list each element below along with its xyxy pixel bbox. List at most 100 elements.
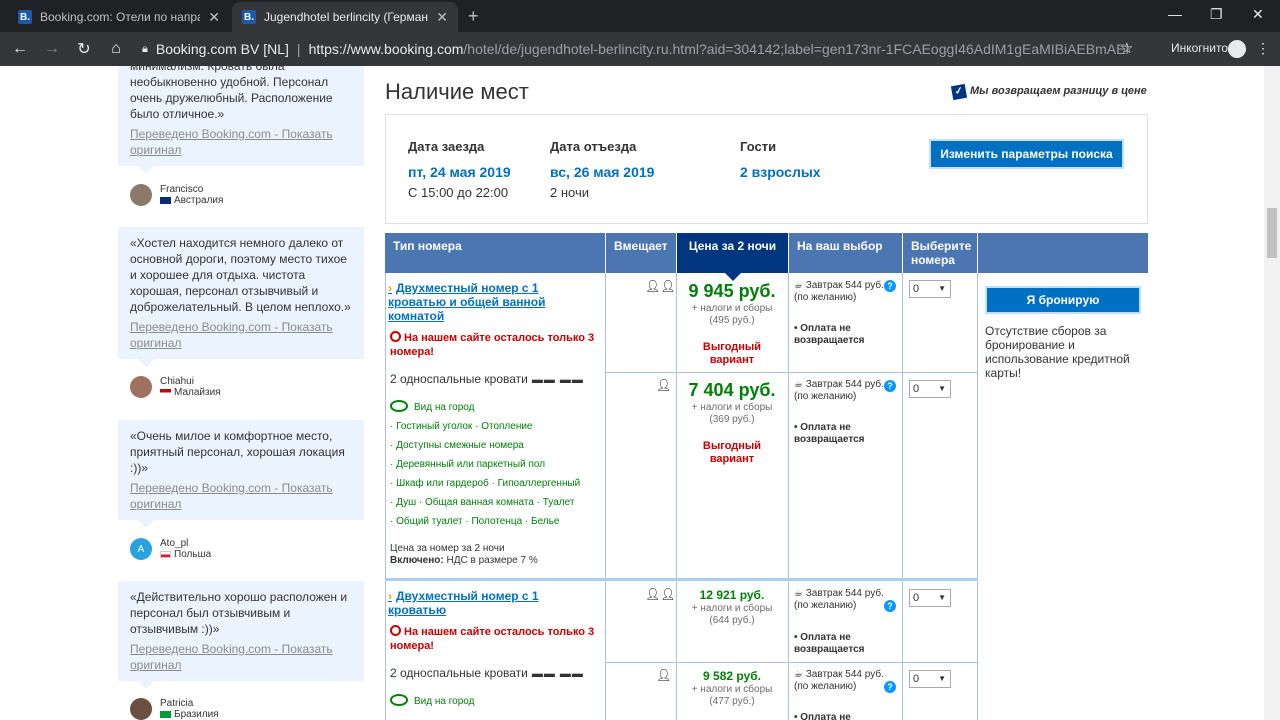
cancel-policy: • Оплата не <box>794 712 886 720</box>
room-quantity-select[interactable]: 0 ▼ <box>909 589 951 607</box>
info-icon[interactable]: ? <box>884 600 896 612</box>
checkin-date[interactable]: пт, 24 мая 2019 <box>408 164 511 180</box>
no-fees-note: Отсутствие сборов за бронирование и испо… <box>985 324 1130 380</box>
room-name: Двухместный номер с 1 кроватью <box>388 589 539 617</box>
review-text: «Действительно хорошо расположен и персо… <box>130 590 348 636</box>
divider <box>788 273 789 720</box>
address-bar[interactable]: 🔒︎ Booking.com BV [NL] | https://www.boo… <box>130 36 1150 62</box>
info-icon[interactable]: ? <box>884 280 896 292</box>
breakfast-text: Завтрак 544 руб. (по желанию) <box>794 669 884 692</box>
booking-favicon-icon: B. <box>18 10 32 24</box>
show-original-link[interactable]: Переведено Booking.com - Показать оригин… <box>130 480 352 512</box>
reviewer: Patricia Бразилия <box>130 698 219 720</box>
divider <box>902 273 903 720</box>
show-original-link[interactable]: Переведено Booking.com - Показать оригин… <box>130 641 352 673</box>
url-text[interactable]: https://www.booking.com/hotel/de/jugendh… <box>309 41 1129 57</box>
review-card: «Очень милое и комфортное место, приятны… <box>118 420 364 528</box>
avatar <box>130 184 152 206</box>
tab-jugendhotel[interactable]: B. Jugendhotel berlincity (Германия ✕ <box>232 2 458 32</box>
coffee-icon: ☕︎ <box>794 379 806 390</box>
cancel-text: Оплата не возвращается <box>794 422 865 445</box>
bed-text: 2 односпальные кровати <box>390 666 528 680</box>
lock-icon: 🔒︎ <box>142 42 148 55</box>
page-scrollbar[interactable] <box>1264 66 1280 720</box>
breakfast-text: Завтрак 544 руб. (по желанию) <box>794 588 884 611</box>
divider <box>605 372 978 373</box>
eye-icon <box>390 400 408 412</box>
close-tab-icon[interactable]: ✕ <box>208 9 220 26</box>
header-room-type: Тип номера <box>385 233 606 273</box>
maximize-icon[interactable]: ❐ <box>1210 6 1223 23</box>
home-icon[interactable]: ⌂ <box>100 40 132 58</box>
checkin-time: С 15:00 до 22:00 <box>408 185 509 200</box>
header-select-rooms: Выберите номера <box>903 233 978 273</box>
included-label: Включено: <box>390 555 444 566</box>
menu-kebab-icon[interactable]: ⋮ <box>1256 40 1270 57</box>
room-name-link[interactable]: › Двухместный номер с 1 кроватью <box>388 589 588 617</box>
checkout-label: Дата отъезда <box>550 139 637 154</box>
chevron-right-icon: › <box>388 589 392 603</box>
guests-value[interactable]: 2 взрослых <box>740 164 821 180</box>
checkout-date[interactable]: вс, 26 мая 2019 <box>550 164 654 180</box>
browser-toolbar: ← → ↻ ⌂ 🔒︎ Booking.com BV [NL] | https:/… <box>0 32 1280 66</box>
clock-icon <box>390 331 401 342</box>
taxes-value: (477 руб.) <box>709 696 755 707</box>
reviewer-name: Francisco <box>160 184 204 195</box>
included-value: НДС в размере 7 % <box>446 555 538 566</box>
minimize-icon[interactable]: — <box>1168 6 1182 22</box>
avatar <box>130 376 152 398</box>
info-icon[interactable]: ? <box>884 681 896 693</box>
avatar: A <box>130 538 152 560</box>
close-window-icon[interactable]: ✕ <box>1252 6 1264 23</box>
forward-icon[interactable]: → <box>36 40 68 58</box>
price-match-badge[interactable]: ✓ Мы возвращаем разницу в цене <box>950 83 1147 101</box>
url-path: /hotel/de/jugendhotel-berlincity.ru.html… <box>463 41 1129 57</box>
reviewer-country: Бразилия <box>174 709 219 720</box>
show-original-link[interactable]: Переведено Booking.com - Показать оригин… <box>130 126 352 158</box>
taxes-label: + налоги и сборы <box>691 684 773 695</box>
room-name-link[interactable]: › Двухместный номер с 1 кроватью и общей … <box>388 281 588 323</box>
room-quantity-select[interactable]: 0 ▼ <box>909 670 951 688</box>
divider: | <box>296 41 301 57</box>
reviewer-name: Ato_pl <box>160 538 189 549</box>
reviewer: Chiahui Малайзия <box>130 376 221 398</box>
book-button[interactable]: Я бронирую <box>985 286 1141 314</box>
tab-title: Booking.com: Отели по направле <box>40 10 200 24</box>
guests-label: Гости <box>740 139 777 154</box>
price-note: Цена за номер за 2 ночи <box>390 543 505 554</box>
flag-brazil-icon <box>160 710 171 718</box>
bed-icon: ▬▬ ▬▬ <box>531 374 584 386</box>
bookmark-star-icon[interactable]: ☆ <box>1120 39 1133 57</box>
room-quantity-select[interactable]: 0 ▼ <box>909 380 951 398</box>
page-content: минимализм. Кровать была необыкновенно у… <box>0 66 1280 720</box>
new-tab-icon[interactable]: + <box>468 6 479 27</box>
room-quantity-select[interactable]: 0 ▼ <box>909 280 951 298</box>
review-card: «Хостел находится немного далеко от осно… <box>118 227 364 367</box>
scrollbar-thumb[interactable] <box>1267 208 1277 258</box>
tab-booking-search[interactable]: B. Booking.com: Отели по направле ✕ <box>8 2 230 32</box>
cancel-policy: • Оплата не возвращается <box>794 632 865 655</box>
back-icon[interactable]: ← <box>4 40 36 58</box>
price-value: 9 582 руб. <box>703 669 761 683</box>
change-search-button[interactable]: Изменить параметры поиска <box>929 139 1124 169</box>
show-original-link[interactable]: Переведено Booking.com - Показать оригин… <box>130 319 352 351</box>
taxes-value: (644 руб.) <box>709 615 755 626</box>
reload-icon[interactable]: ↻ <box>68 39 100 59</box>
header-book <box>978 233 1148 273</box>
cancel-policy: • Оплата не возвращается <box>794 323 865 346</box>
coffee-icon: ☕︎ <box>794 669 806 680</box>
coffee-icon: ☕︎ <box>794 280 806 291</box>
facility-item: · Деревянный или паркетный пол <box>390 459 546 470</box>
divider <box>605 662 978 663</box>
facility-city-view: Вид на город <box>390 398 600 417</box>
incognito-icon[interactable] <box>1228 40 1246 58</box>
divider <box>977 273 978 720</box>
price-match-text: Мы возвращаем разницу в цене <box>970 85 1147 97</box>
close-tab-icon[interactable]: ✕ <box>436 9 448 26</box>
one-guest-icon: 👤︎ <box>656 668 672 682</box>
taxes-label: + налоги и сборы <box>691 303 773 314</box>
info-icon[interactable]: ? <box>884 380 896 392</box>
select-value: 0 <box>913 283 920 295</box>
select-value: 0 <box>913 673 920 685</box>
bed-icon: ▬▬ ▬▬ <box>531 668 584 680</box>
